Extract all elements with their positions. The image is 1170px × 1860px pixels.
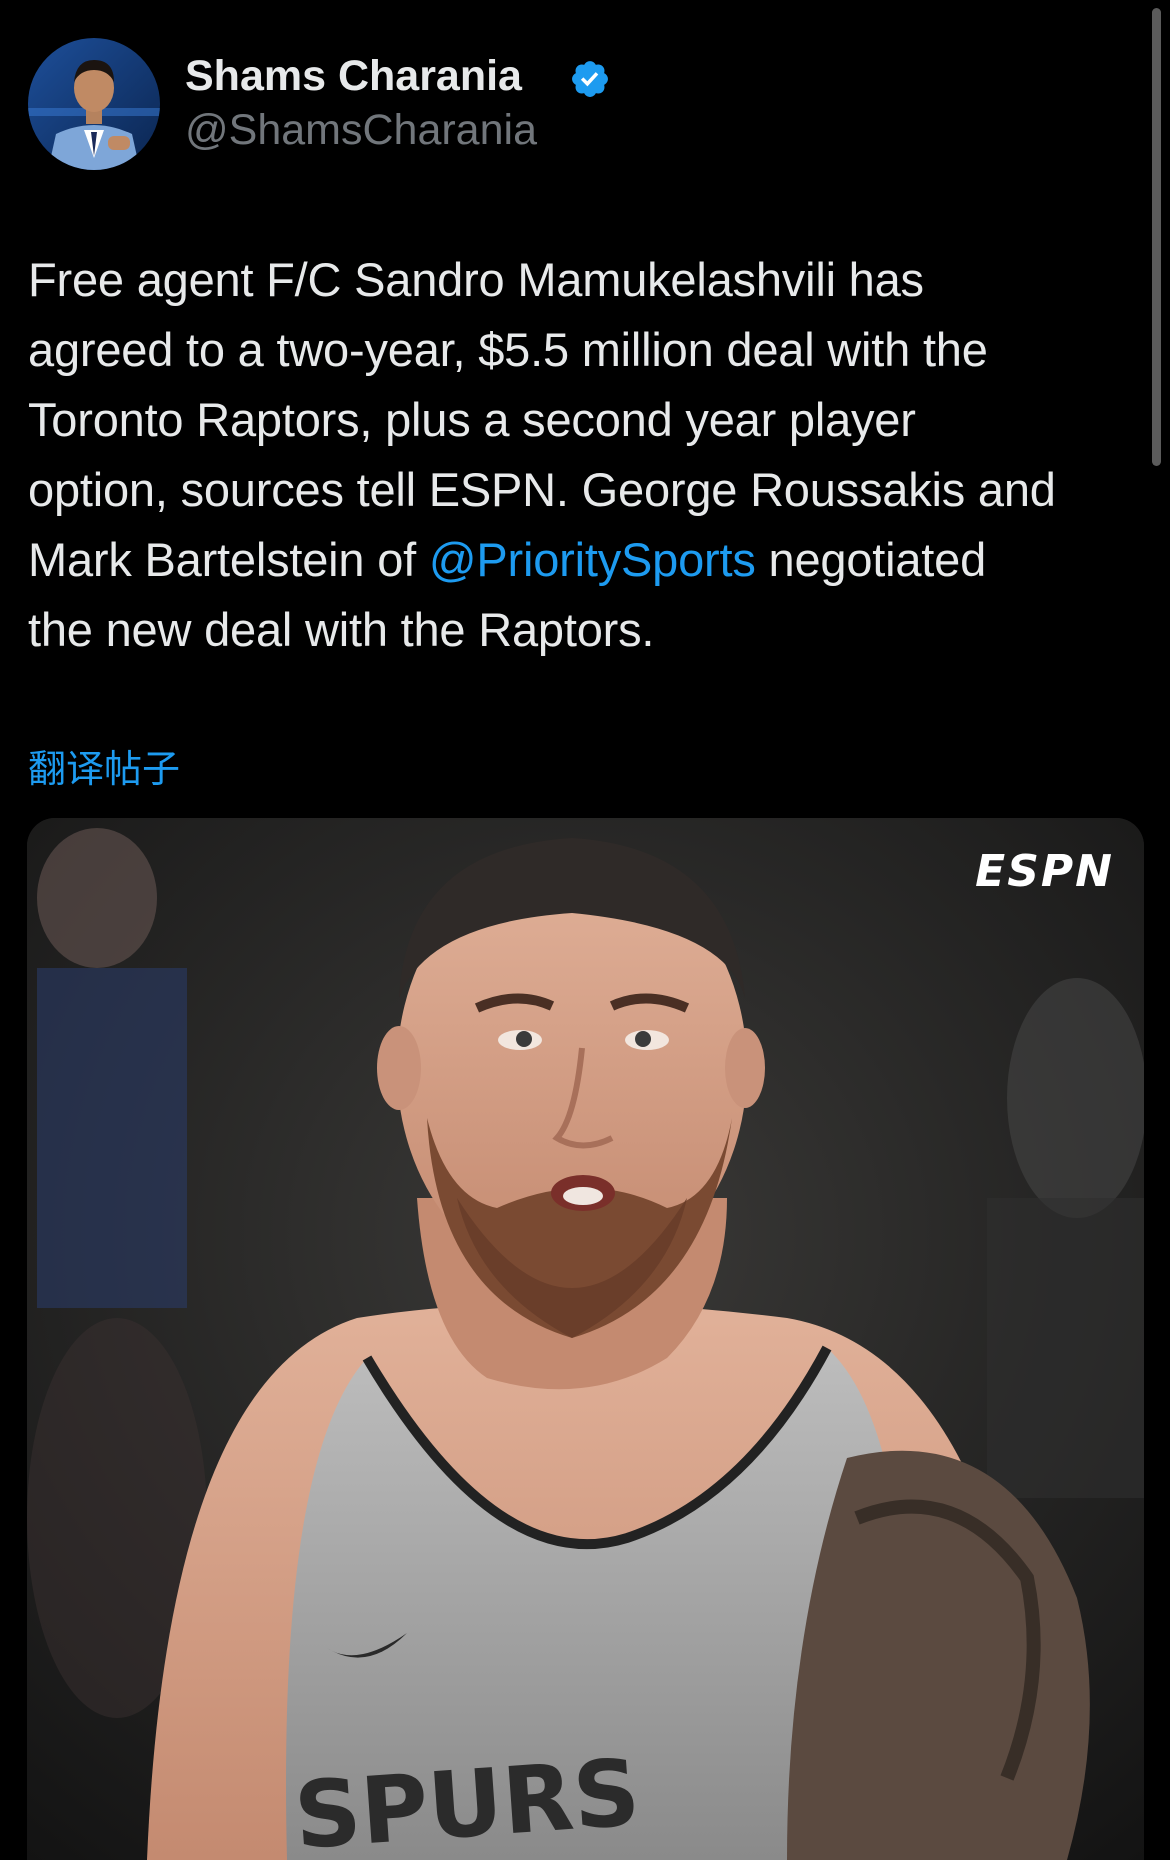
player-photo: SPURS: [27, 818, 1144, 1860]
espn-logo: ESPN: [975, 846, 1114, 897]
tweet-text: Free agent F/C Sandro Mamukelashvili has…: [28, 245, 1148, 665]
author-handle[interactable]: @ShamsCharania: [185, 106, 537, 155]
media-image[interactable]: SPURS ESPN: [27, 818, 1144, 1860]
tweet-line-text: Mark Bartelstein of: [28, 533, 429, 586]
tweet-line: Free agent F/C Sandro Mamukelashvili has: [28, 253, 924, 306]
author-name[interactable]: Shams Charania: [185, 52, 522, 101]
tweet-line: the new deal with the Raptors.: [28, 603, 655, 656]
mention-link[interactable]: @PrioritySports: [429, 533, 756, 586]
tweet-line-text: negotiated: [755, 533, 987, 586]
verified-badge-icon: [572, 61, 608, 97]
tweet-line: option, sources tell ESPN. George Roussa…: [28, 463, 1056, 516]
scrollbar[interactable]: [1152, 8, 1161, 466]
tweet-line: Mark Bartelstein of @PrioritySports nego…: [28, 525, 1148, 595]
avatar[interactable]: [28, 38, 160, 170]
tweet-header: Shams Charania @ShamsCharania: [28, 38, 1108, 172]
tweet-line: Toronto Raptors, plus a second year play…: [28, 393, 916, 446]
tweet-line: agreed to a two-year, $5.5 million deal …: [28, 323, 988, 376]
translate-post-link[interactable]: 翻译帖子: [28, 738, 180, 793]
